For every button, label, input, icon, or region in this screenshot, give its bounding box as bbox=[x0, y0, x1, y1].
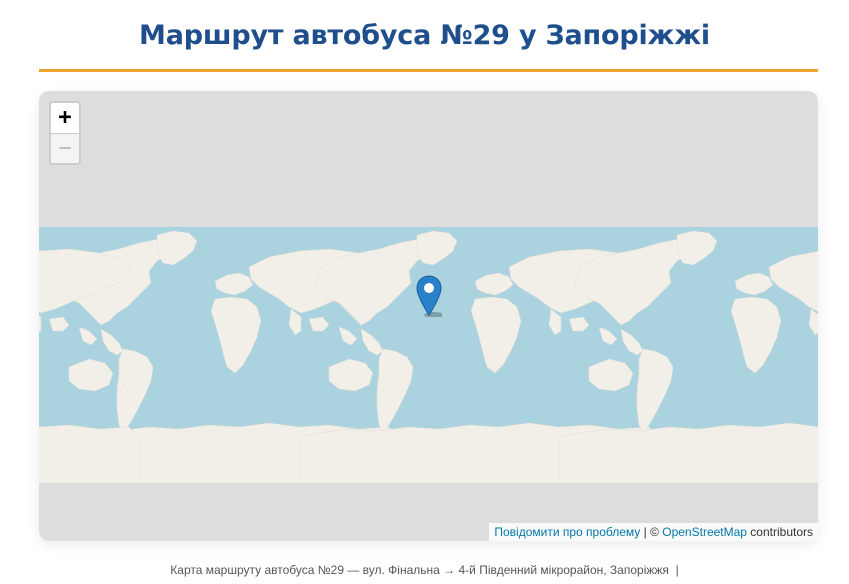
attribution-separator: | © bbox=[640, 525, 663, 539]
map-attribution: Повідомити про проблему | © OpenStreetMa… bbox=[489, 523, 818, 541]
title-divider bbox=[39, 69, 818, 72]
attribution-suffix: contributors bbox=[746, 525, 813, 539]
map-pin-icon[interactable] bbox=[416, 275, 442, 317]
world-map-tiles[interactable] bbox=[39, 227, 818, 483]
map-container[interactable]: + − Повідомити про проблему | © OpenStre… bbox=[39, 91, 818, 541]
zoom-in-button[interactable]: + bbox=[51, 103, 79, 134]
report-problem-link[interactable]: Повідомити про проблему bbox=[494, 525, 640, 539]
zoom-out-button[interactable]: − bbox=[51, 134, 79, 163]
openstreetmap-link[interactable]: OpenStreetMap bbox=[662, 525, 747, 539]
zoom-control: + − bbox=[49, 101, 81, 165]
page-title: Маршрут автобуса №29 у Запоріжжі bbox=[139, 20, 710, 51]
map-caption: Карта маршруту автобуса №29 — вул. Фінал… bbox=[170, 563, 679, 577]
